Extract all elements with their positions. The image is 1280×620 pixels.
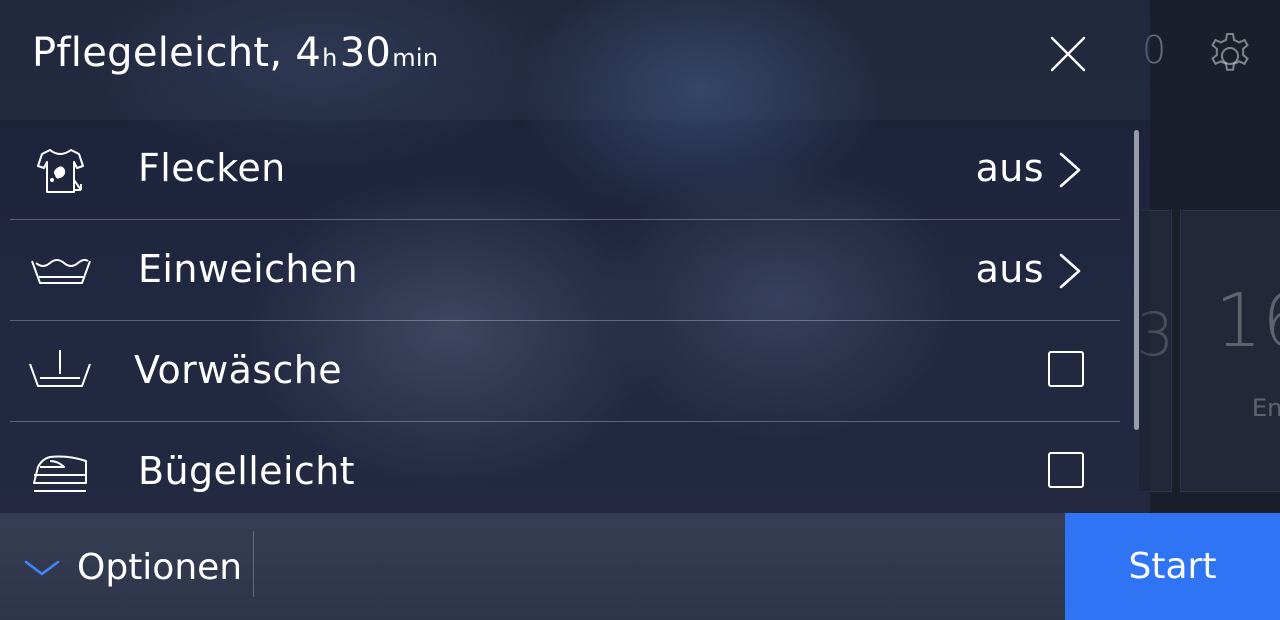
duration-minutes: 30 — [339, 30, 392, 76]
bottom-bar: Optionen — [0, 513, 1065, 620]
program-name: Pflegeleicht, — [32, 30, 283, 76]
start-button[interactable]: Start — [1065, 513, 1280, 620]
buegelleicht-checkbox[interactable] — [1048, 452, 1084, 488]
chevron-right-icon — [1059, 152, 1081, 188]
chevron-right-icon — [1059, 253, 1081, 289]
option-value: aus — [975, 146, 1044, 190]
options-list: Flecken aus Einweichen aus Vorwäsche Büg… — [0, 120, 1150, 513]
divider — [10, 219, 1120, 220]
options-toggle-button[interactable]: Optionen — [22, 539, 242, 595]
soak-basin-icon — [31, 258, 91, 284]
option-row-einweichen[interactable]: Einweichen aus — [10, 221, 1120, 321]
iron-icon — [33, 455, 87, 492]
option-label: Einweichen — [138, 247, 359, 291]
option-label: Bügelleicht — [138, 449, 355, 493]
divider — [10, 421, 1120, 422]
option-label: Flecken — [138, 146, 286, 190]
divider — [253, 531, 254, 597]
page-title: Pflegeleicht, 4h30min — [32, 30, 440, 76]
duration-minutes-unit: min — [392, 44, 439, 72]
chevron-down-icon — [24, 560, 60, 576]
options-toggle-label: Optionen — [77, 547, 243, 588]
option-row-flecken[interactable]: Flecken aus — [10, 120, 1120, 220]
scrollbar[interactable] — [1134, 130, 1139, 430]
options-panel: Pflegeleicht, 4h30min Flecken aus Einwei… — [0, 0, 1150, 513]
prewash-basin-icon — [29, 350, 91, 387]
background-card-sublabel: En — [1252, 394, 1280, 422]
option-label: Vorwäsche — [134, 348, 343, 392]
duration-hours: 4 — [295, 30, 322, 76]
vorwaesche-checkbox[interactable] — [1048, 351, 1084, 387]
stain-shirt-icon — [37, 149, 84, 193]
panel-header: Pflegeleicht, 4h30min — [0, 0, 1150, 120]
duration-hours-unit: h — [322, 44, 338, 72]
settings-gear-icon — [1211, 33, 1249, 71]
background-card-number: 16 — [1215, 278, 1280, 364]
option-row-vorwaesche[interactable]: Vorwäsche — [10, 322, 1120, 422]
divider — [10, 320, 1120, 321]
option-row-buegelleicht[interactable]: Bügelleicht — [10, 423, 1120, 513]
close-icon[interactable] — [1048, 34, 1088, 74]
option-value: aus — [975, 247, 1044, 291]
